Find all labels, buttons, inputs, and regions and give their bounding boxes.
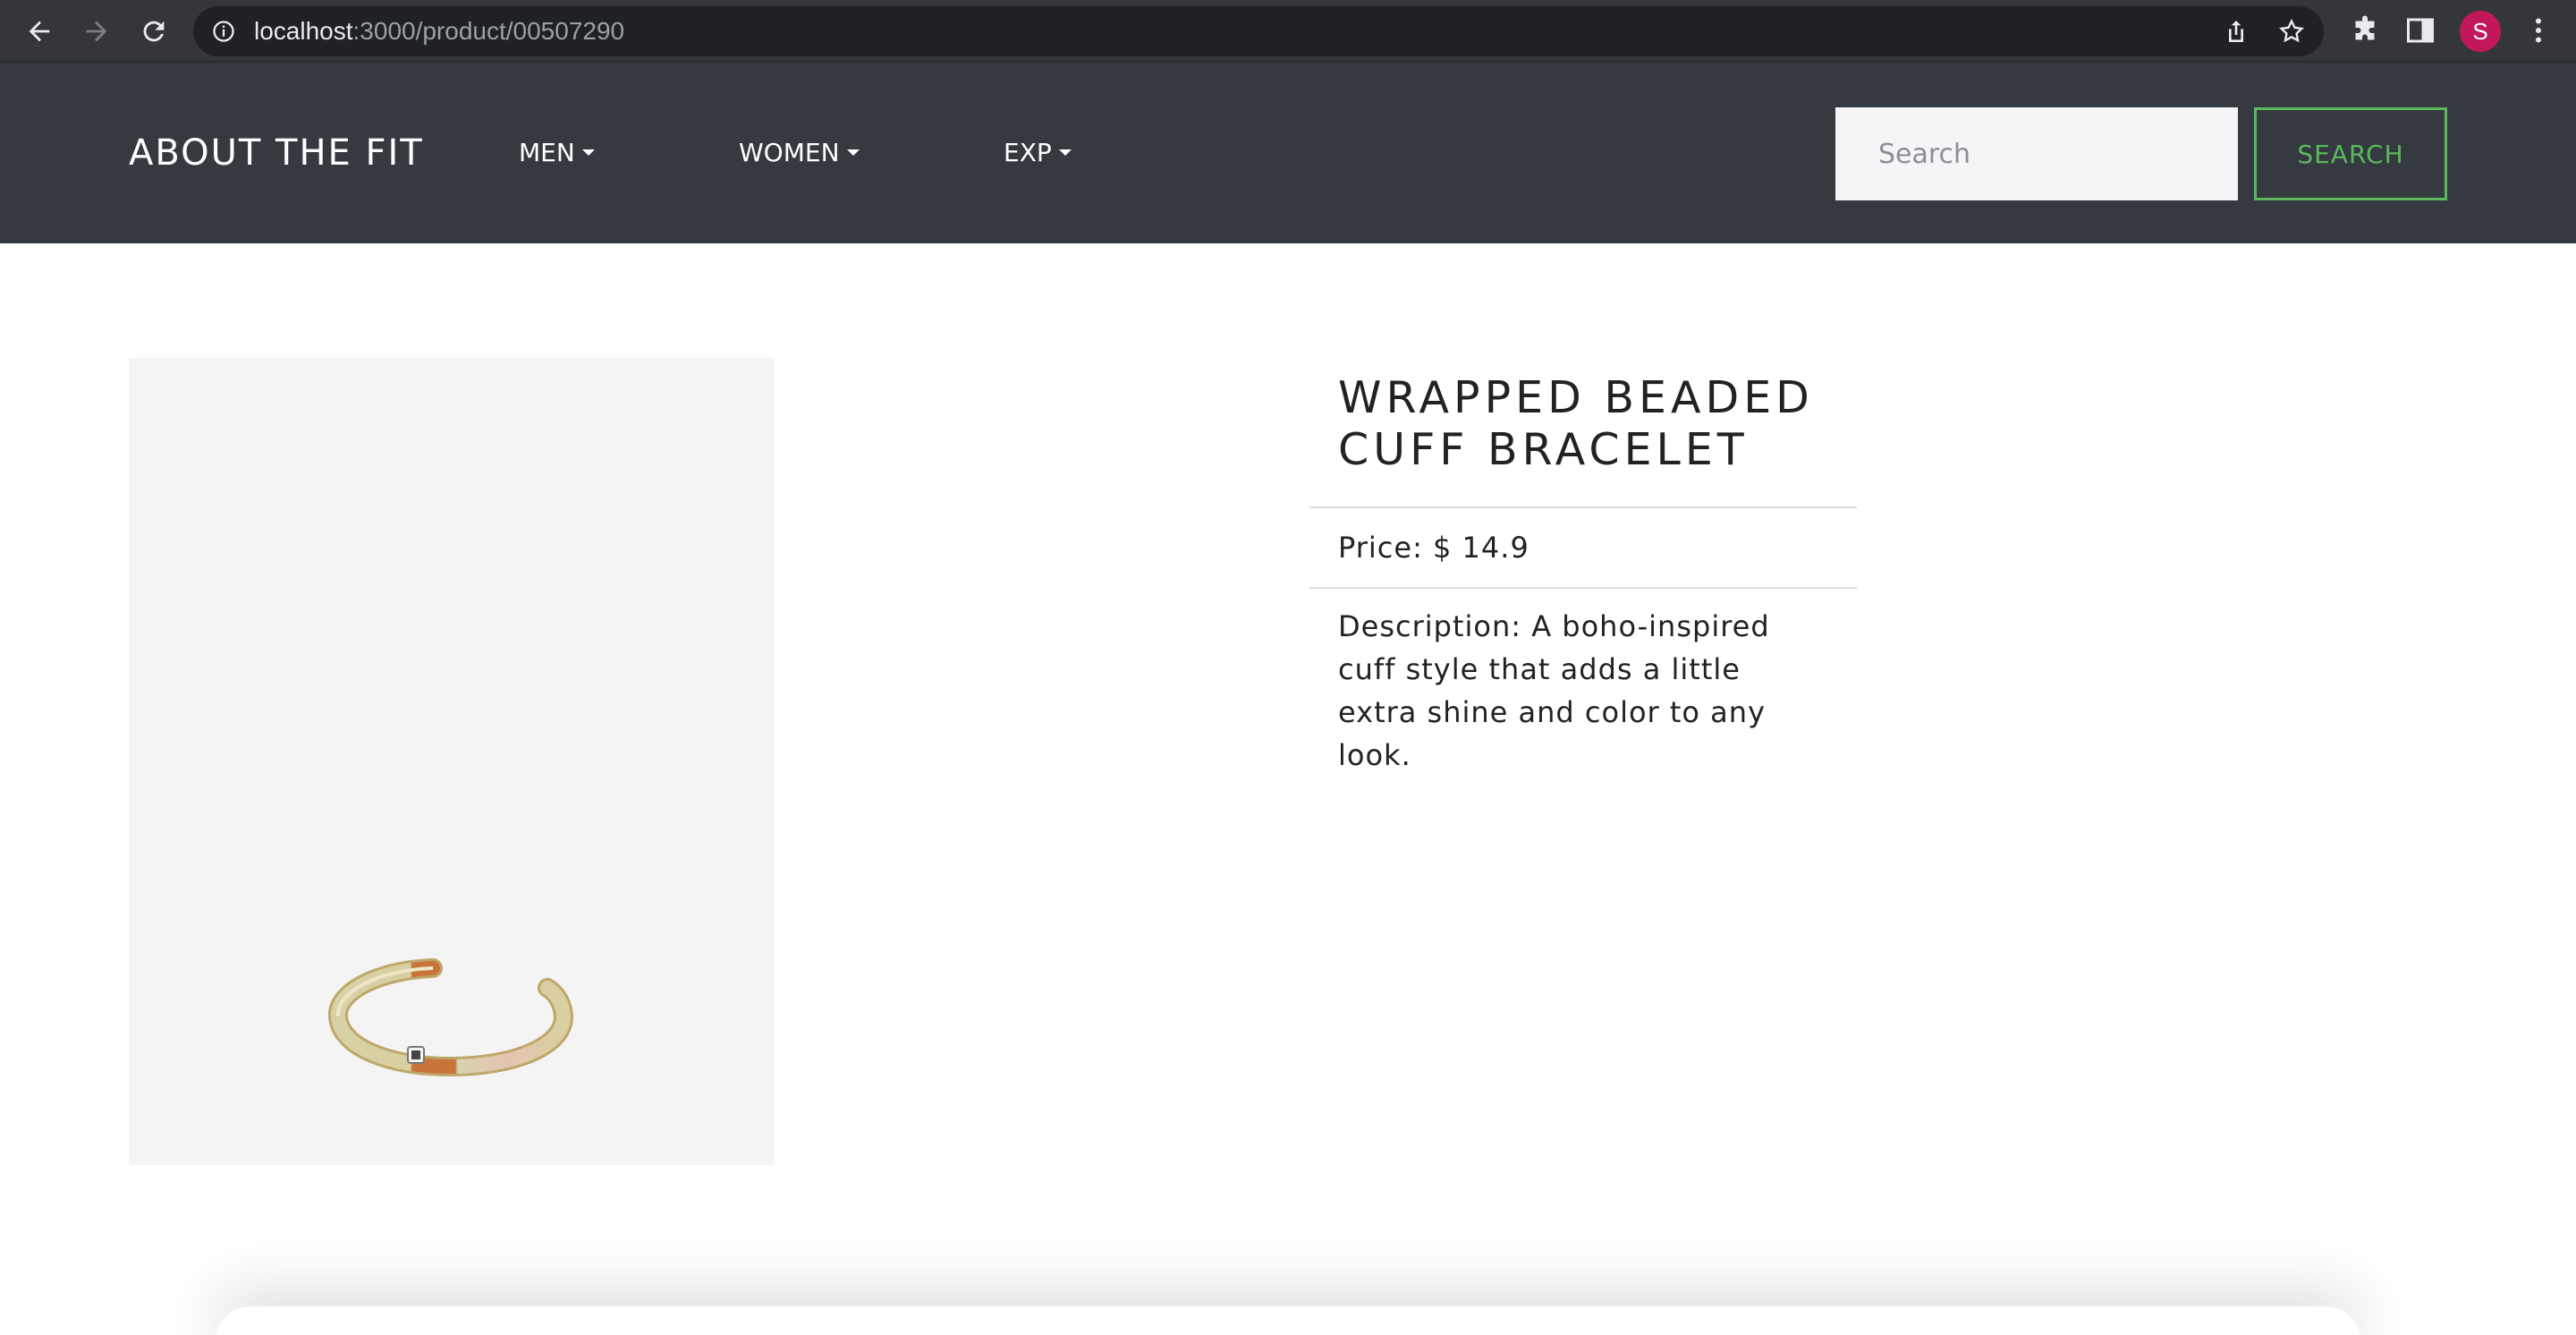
- caret-down-icon: [1058, 149, 1072, 156]
- nav-dropdown-men[interactable]: MEN: [519, 63, 595, 243]
- back-icon: [29, 21, 50, 42]
- nav-dropdown-exp[interactable]: EXP: [1004, 63, 1072, 243]
- nav-label-men: MEN: [519, 138, 575, 167]
- product-description: Description: A boho-inspired cuff style …: [1338, 609, 1770, 772]
- address-bar[interactable]: localhost:3000/product/00507290: [193, 6, 2324, 56]
- brand-logo-link[interactable]: ABOUT THE FIT: [129, 63, 424, 243]
- product-details: WRAPPED BEADED CUFF BRACELET Price: $ 14…: [1309, 358, 1857, 796]
- caret-down-icon: [581, 149, 595, 156]
- search-button[interactable]: SEARCH: [2254, 107, 2447, 200]
- caret-down-icon: [846, 149, 860, 156]
- site-navbar: ABOUT THE FIT MEN WOMEN EXP SEARCH: [0, 63, 2576, 243]
- nav-label-exp: EXP: [1004, 138, 1052, 167]
- info-icon[interactable]: [211, 19, 236, 44]
- reload-icon: [143, 21, 165, 42]
- reload-button[interactable]: [136, 13, 172, 49]
- forward-icon: [86, 21, 107, 42]
- star-icon[interactable]: [2277, 17, 2306, 46]
- share-icon[interactable]: [2222, 17, 2250, 46]
- product-image: [129, 358, 775, 1165]
- puzzle-icon[interactable]: [2349, 14, 2381, 47]
- bracelet-image: [328, 958, 574, 1077]
- url-host: localhost: [254, 17, 353, 45]
- product-title: WRAPPED BEADED CUFF BRACELET: [1338, 372, 1814, 475]
- sidebar-icon[interactable]: [2404, 14, 2436, 47]
- profile-avatar[interactable]: S: [2460, 11, 2501, 52]
- browser-toolbar: localhost:3000/product/00507290 S: [0, 0, 2576, 63]
- forward-button[interactable]: [79, 13, 114, 49]
- url-text[interactable]: localhost:3000/product/00507290: [254, 6, 624, 56]
- product-price: Price: $ 14.9: [1338, 531, 1530, 565]
- url-path: :3000/product/00507290: [352, 17, 625, 45]
- kebab-menu-icon[interactable]: [2522, 14, 2555, 47]
- footer-edge: [215, 1306, 2361, 1335]
- search-input[interactable]: [1835, 107, 2238, 200]
- back-button[interactable]: [21, 13, 57, 49]
- profile-initial: S: [2472, 18, 2488, 45]
- nav-label-women: WOMEN: [739, 138, 840, 167]
- nav-dropdown-women[interactable]: WOMEN: [739, 63, 860, 243]
